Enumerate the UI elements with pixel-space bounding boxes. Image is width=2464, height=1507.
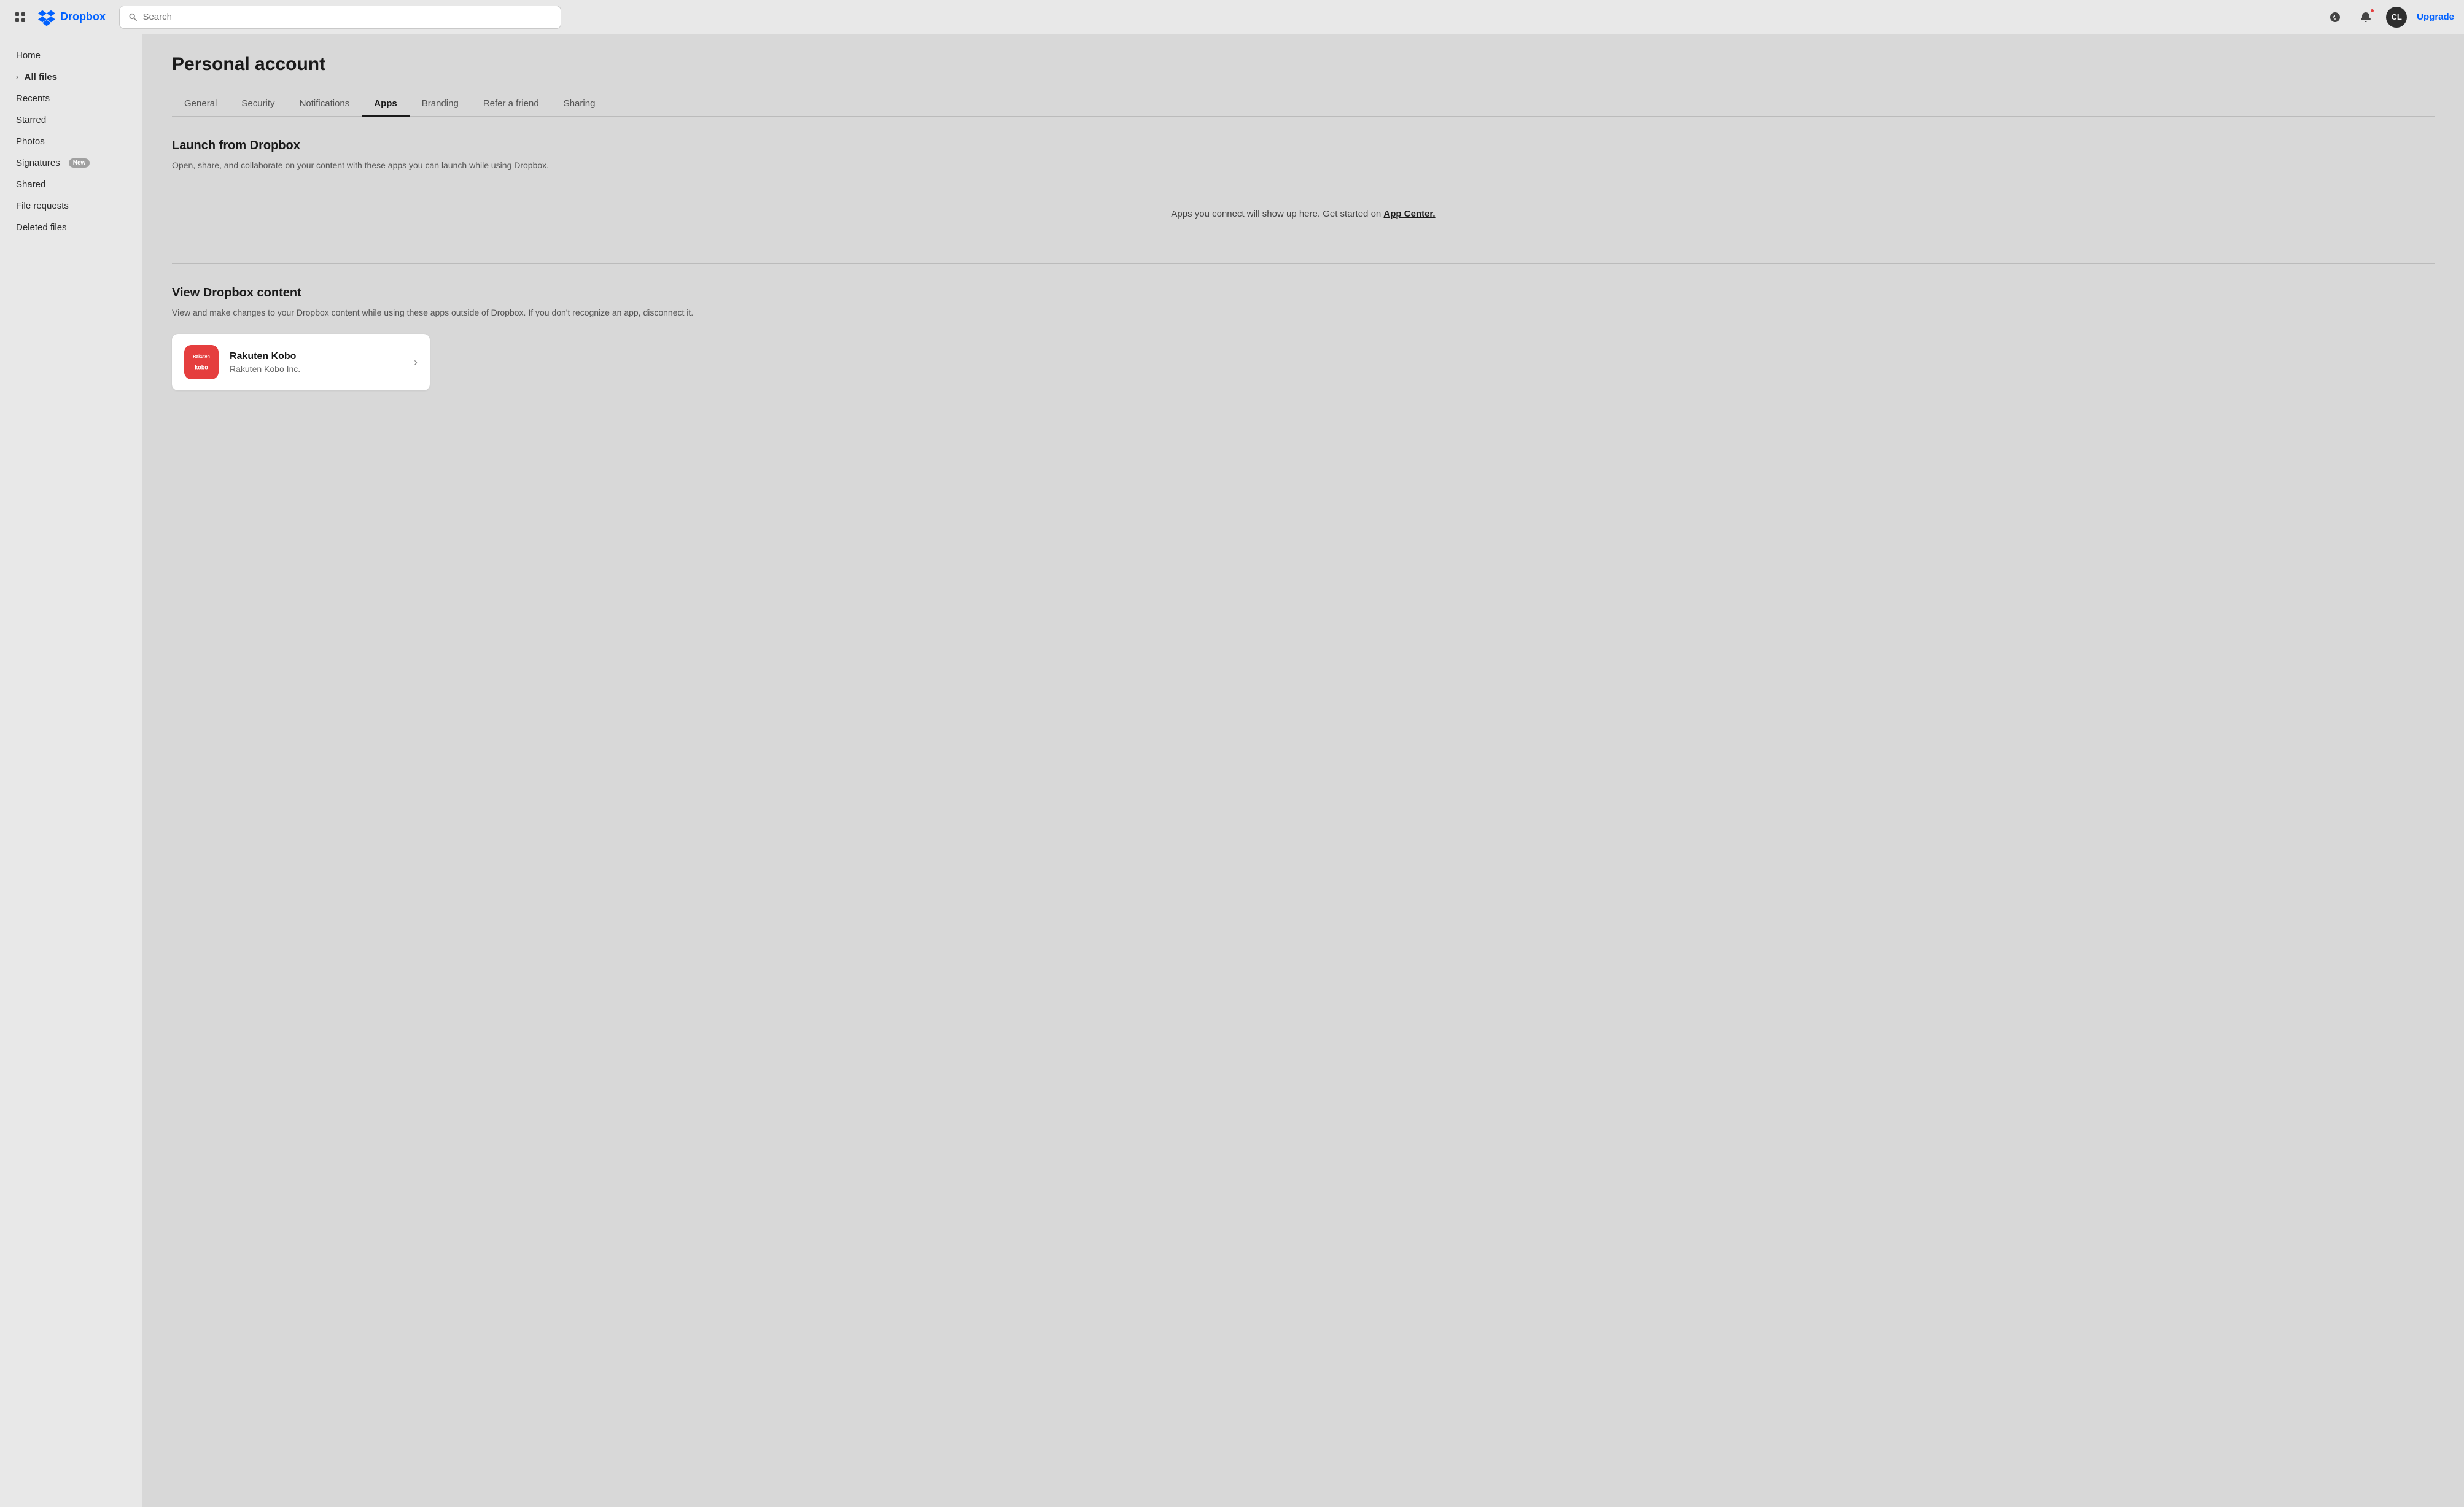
sidebar: Home › All files Recents Starred Photos Signat… bbox=[0, 34, 142, 1507]
help-icon bbox=[2329, 11, 2341, 23]
avatar-button[interactable]: CL bbox=[2386, 7, 2407, 28]
sidebar-item-starred[interactable]: Starred bbox=[4, 110, 139, 130]
tabs: GeneralSecurityNotificationsAppsBranding… bbox=[172, 92, 2435, 117]
grid-menu-button[interactable] bbox=[10, 7, 31, 28]
tab-refer[interactable]: Refer a friend bbox=[471, 92, 551, 117]
sidebar-item-label: Signatures bbox=[16, 158, 60, 168]
tab-branding[interactable]: Branding bbox=[410, 92, 471, 117]
empty-state-prefix: Apps you connect will show up here. Get … bbox=[1171, 209, 1383, 219]
app-company: Rakuten Kobo Inc. bbox=[230, 364, 403, 374]
app-card-rakuten[interactable]: Rakuten kobo Rakuten Kobo Rakuten Kobo I… bbox=[172, 334, 430, 390]
topbar: Dropbox CL Upgrade bbox=[0, 0, 2464, 34]
sidebar-item-label: Home bbox=[16, 50, 41, 61]
dropbox-logo-icon bbox=[38, 9, 55, 26]
avatar-initials: CL bbox=[2391, 12, 2401, 21]
launch-section: Launch from Dropbox Open, share, and col… bbox=[172, 139, 2435, 241]
topbar-right: CL Upgrade bbox=[2325, 7, 2454, 28]
sidebar-item-all-files[interactable]: › All files bbox=[4, 67, 139, 87]
launch-empty-state: Apps you connect will show up here. Get … bbox=[172, 187, 2435, 241]
layout: Home › All files Recents Starred Photos Signat… bbox=[0, 34, 2464, 1507]
sidebar-item-recents[interactable]: Recents bbox=[4, 88, 139, 109]
app-center-link[interactable]: App Center. bbox=[1383, 209, 1435, 219]
svg-text:kobo: kobo bbox=[195, 364, 208, 370]
notification-badge bbox=[2369, 8, 2375, 14]
launch-description: Open, share, and collaborate on your con… bbox=[172, 159, 2435, 172]
tab-general[interactable]: General bbox=[172, 92, 229, 117]
sidebar-item-signatures[interactable]: Signatures New bbox=[4, 153, 139, 173]
rakuten-kobo-icon: Rakuten kobo bbox=[184, 345, 219, 379]
sidebar-item-shared[interactable]: Shared bbox=[4, 174, 139, 195]
logo[interactable]: Dropbox bbox=[38, 9, 112, 26]
sidebar-item-photos[interactable]: Photos bbox=[4, 131, 139, 152]
sidebar-item-deleted-files[interactable]: Deleted files bbox=[4, 217, 139, 238]
page-title: Personal account bbox=[172, 54, 2435, 75]
svg-text:Rakuten: Rakuten bbox=[193, 355, 210, 359]
app-logo-rakuten: Rakuten kobo bbox=[184, 345, 219, 379]
tab-notifications[interactable]: Notifications bbox=[287, 92, 362, 117]
view-title: View Dropbox content bbox=[172, 286, 2435, 300]
sidebar-item-home[interactable]: Home bbox=[4, 45, 139, 66]
app-info: Rakuten Kobo Rakuten Kobo Inc. bbox=[230, 351, 403, 374]
section-divider bbox=[172, 263, 2435, 264]
grid-icon bbox=[14, 11, 26, 23]
help-button[interactable] bbox=[2325, 7, 2345, 28]
app-name: Rakuten Kobo bbox=[230, 351, 403, 362]
search-bar[interactable] bbox=[119, 6, 561, 29]
main-content: Personal account GeneralSecurityNotifica… bbox=[142, 34, 2464, 1507]
search-icon bbox=[128, 12, 138, 22]
chevron-icon: › bbox=[16, 74, 18, 81]
new-badge: New bbox=[69, 158, 90, 168]
sidebar-item-label: File requests bbox=[16, 201, 69, 211]
view-description: View and make changes to your Dropbox co… bbox=[172, 306, 2435, 319]
view-section: View Dropbox content View and make chang… bbox=[172, 286, 2435, 390]
logo-text: Dropbox bbox=[60, 10, 106, 23]
tab-security[interactable]: Security bbox=[229, 92, 287, 117]
sidebar-item-label: Starred bbox=[16, 115, 46, 125]
tab-apps[interactable]: Apps bbox=[362, 92, 410, 117]
sidebar-item-label: Photos bbox=[16, 136, 45, 147]
notifications-button[interactable] bbox=[2355, 7, 2376, 28]
sidebar-item-file-requests[interactable]: File requests bbox=[4, 196, 139, 216]
search-input[interactable] bbox=[142, 12, 552, 22]
sidebar-item-label: Shared bbox=[16, 179, 45, 190]
sidebar-item-label: All files bbox=[25, 72, 57, 82]
launch-title: Launch from Dropbox bbox=[172, 139, 2435, 153]
sidebar-item-label: Deleted files bbox=[16, 222, 67, 233]
app-card-chevron-icon[interactable]: › bbox=[414, 356, 418, 369]
upgrade-button[interactable]: Upgrade bbox=[2417, 12, 2454, 22]
sidebar-item-label: Recents bbox=[16, 93, 50, 104]
tab-sharing[interactable]: Sharing bbox=[551, 92, 608, 117]
